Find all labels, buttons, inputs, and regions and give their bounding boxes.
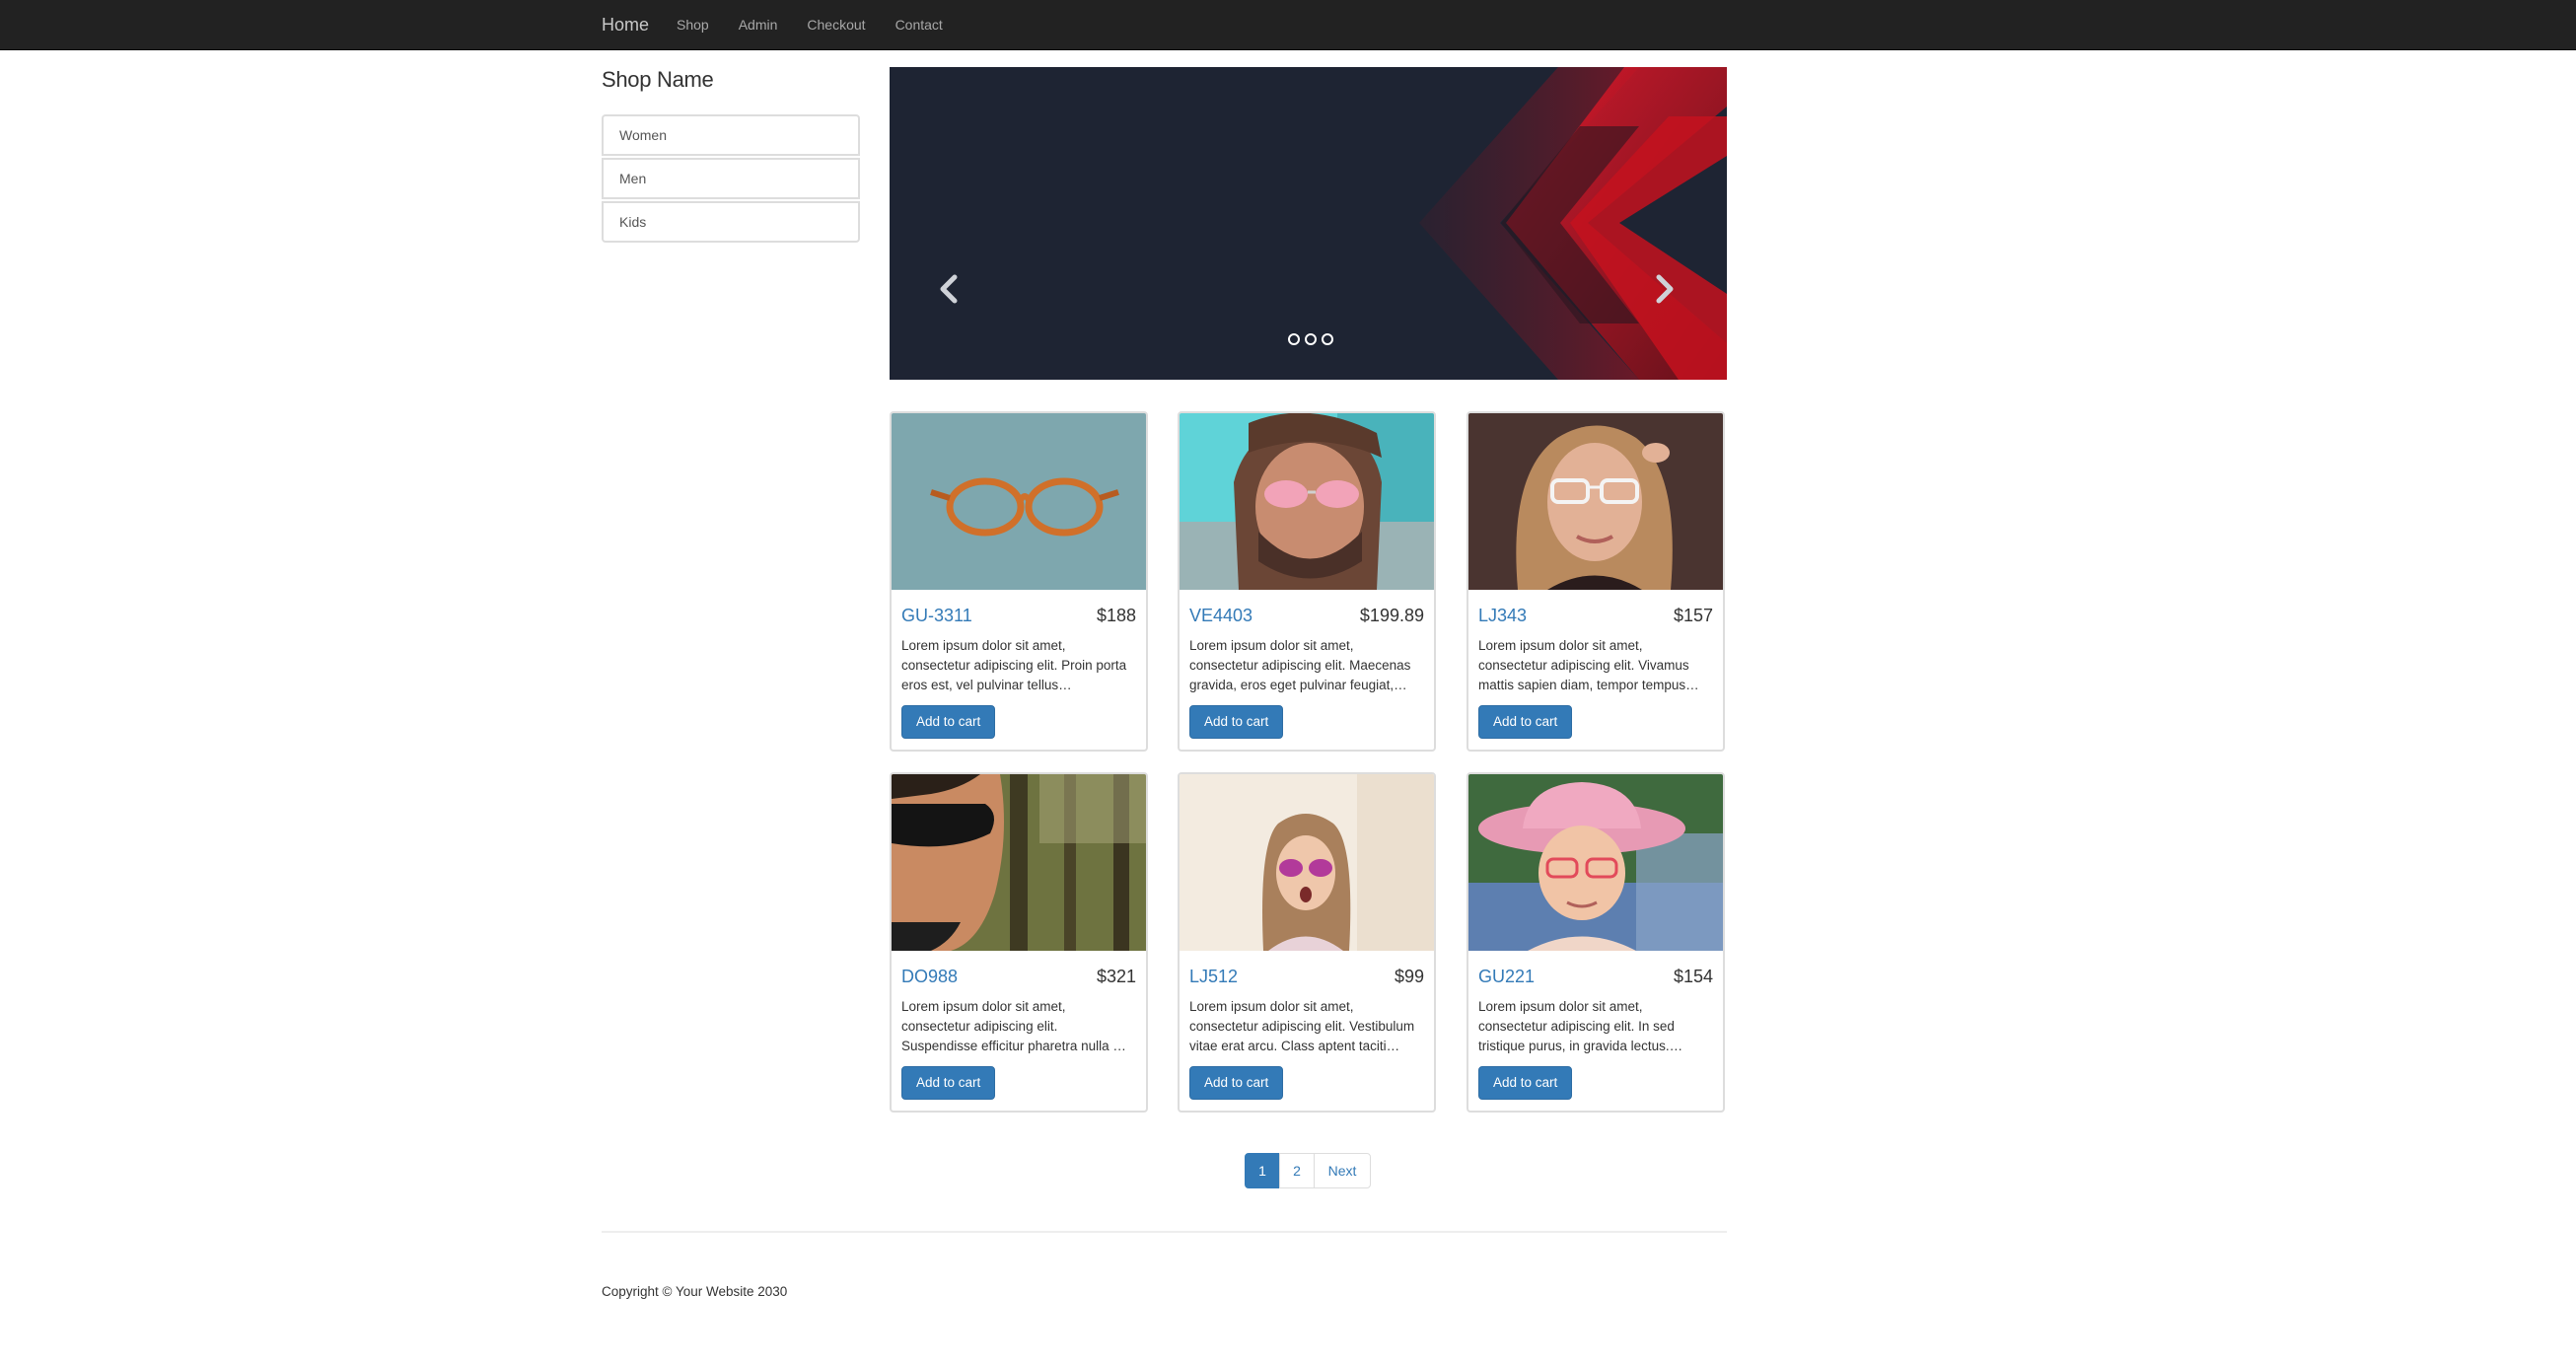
category-item-women[interactable]: Women: [602, 114, 860, 156]
product-price: $99: [1394, 967, 1424, 986]
nav-link-checkout[interactable]: Checkout: [807, 17, 865, 33]
nav-link-contact[interactable]: Contact: [895, 17, 943, 33]
navbar-inner: Home Shop Admin Checkout Contact: [602, 0, 972, 49]
product-image[interactable]: [1180, 774, 1434, 951]
product-description: Lorem ipsum dolor sit amet, consectetur …: [1189, 638, 1411, 692]
category-list: Women Men Kids: [602, 114, 860, 245]
add-to-cart-button[interactable]: Add to cart: [1189, 705, 1284, 739]
product-image[interactable]: [1468, 774, 1723, 951]
pagination: 1 2 Next: [1245, 1153, 1371, 1188]
girl-pink-hat-photo: [1468, 774, 1723, 951]
nav-link-shop[interactable]: Shop: [677, 17, 709, 33]
product-card: VE4403 $199.89 Lorem ipsum dolor sit ame…: [1178, 411, 1436, 752]
product-name-link[interactable]: GU221: [1478, 967, 1535, 987]
woman-white-glasses-photo: [1468, 413, 1723, 590]
carousel-prev-button[interactable]: [929, 264, 968, 314]
add-to-cart-button[interactable]: Add to cart: [1478, 1066, 1573, 1100]
category-item-kids[interactable]: Kids: [602, 201, 860, 243]
product-name-link[interactable]: DO988: [901, 967, 958, 987]
category-item-men[interactable]: Men: [602, 158, 860, 199]
product-description: Lorem ipsum dolor sit amet, consectetur …: [901, 638, 1127, 692]
product-card: DO988 $321 Lorem ipsum dolor sit amet, c…: [890, 772, 1148, 1113]
copyright-text: Copyright © Your Website 2030: [602, 1284, 788, 1299]
product-description: Lorem ipsum dolor sit amet, consectetur …: [1478, 999, 1683, 1053]
man-dark-sunglasses-photo: [892, 774, 1146, 951]
product-image[interactable]: [892, 413, 1146, 590]
carousel-indicators: [1288, 333, 1333, 345]
product-image[interactable]: [1468, 413, 1723, 590]
product-price: $157: [1673, 606, 1713, 625]
product-card: GU221 $154 Lorem ipsum dolor sit amet, c…: [1467, 772, 1725, 1113]
product-card: GU-3311 $188 Lorem ipsum dolor sit amet,…: [890, 411, 1148, 752]
product-card: LJ343 $157 Lorem ipsum dolor sit amet, c…: [1467, 411, 1725, 752]
product-price: $199.89: [1359, 606, 1424, 625]
chevron-left-icon: [940, 274, 958, 304]
carousel-indicator-2[interactable]: [1305, 333, 1317, 345]
product-price: $321: [1096, 967, 1136, 986]
top-navbar: Home Shop Admin Checkout Contact: [0, 0, 2576, 50]
product-name-link[interactable]: LJ512: [1189, 967, 1238, 987]
product-name-link[interactable]: VE4403: [1189, 606, 1252, 626]
page-1-button[interactable]: 1: [1245, 1153, 1280, 1188]
carousel-next-button[interactable]: [1645, 264, 1684, 314]
girl-pink-sunglasses-photo: [1180, 774, 1434, 951]
next-page-button[interactable]: Next: [1314, 1153, 1371, 1188]
nav-link-admin[interactable]: Admin: [739, 17, 778, 33]
add-to-cart-button[interactable]: Add to cart: [1189, 1066, 1284, 1100]
page-2-button[interactable]: 2: [1279, 1153, 1315, 1188]
product-name-link[interactable]: LJ343: [1478, 606, 1527, 626]
carousel-indicator-1[interactable]: [1288, 333, 1300, 345]
product-image[interactable]: [892, 774, 1146, 951]
add-to-cart-button[interactable]: Add to cart: [901, 705, 996, 739]
product-description: Lorem ipsum dolor sit amet, consectetur …: [1478, 638, 1699, 692]
footer-divider: [602, 1231, 1727, 1233]
product-price: $154: [1673, 967, 1713, 986]
man-pink-sunglasses-photo: [1180, 413, 1434, 590]
chevron-right-icon: [1656, 274, 1674, 304]
product-description: Lorem ipsum dolor sit amet, consectetur …: [1189, 999, 1415, 1053]
carousel-indicator-3[interactable]: [1322, 333, 1333, 345]
product-name-link[interactable]: GU-3311: [901, 606, 972, 626]
product-card: LJ512 $99 Lorem ipsum dolor sit amet, co…: [1178, 772, 1436, 1113]
product-image[interactable]: [1180, 413, 1434, 590]
nav-brand-home[interactable]: Home: [602, 15, 649, 36]
product-description: Lorem ipsum dolor sit amet, consectetur …: [901, 999, 1126, 1053]
add-to-cart-button[interactable]: Add to cart: [1478, 705, 1573, 739]
shop-name-heading: Shop Name: [602, 67, 714, 92]
product-price: $188: [1096, 606, 1136, 625]
add-to-cart-button[interactable]: Add to cart: [901, 1066, 996, 1100]
orange-eyeglasses-photo: [892, 413, 1146, 590]
